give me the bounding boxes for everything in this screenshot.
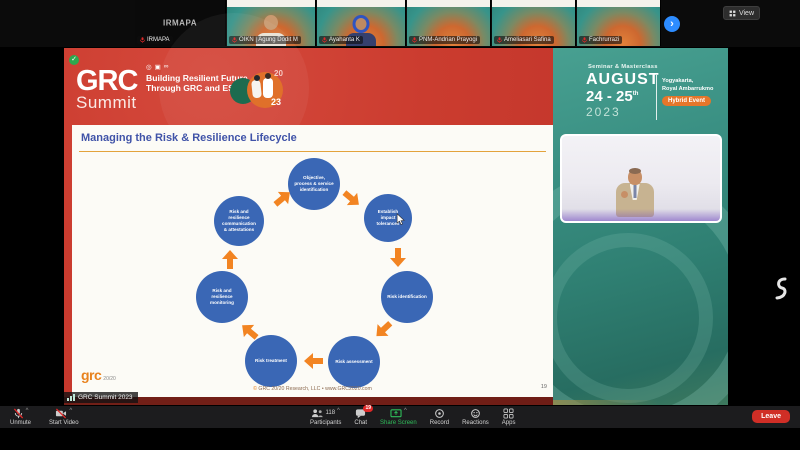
event-location: Yogyakarta, Royal Ambarrukmo <box>662 78 713 93</box>
grc2020-logo: grc20/20 <box>81 368 116 384</box>
event-info-panel: Seminar & Masterclass AUGUST 24 - 25th 2… <box>553 48 728 409</box>
event-dates: 24 - 25th <box>586 88 638 105</box>
zoom-toolbar: ^ Unmute ^ Start Video 118 ^ Participant <box>0 405 800 428</box>
view-button[interactable]: View <box>723 6 760 20</box>
lifecycle-step: Risk and resilience monitoring <box>196 271 248 323</box>
title-underline <box>79 151 546 152</box>
muted-mic-icon <box>412 37 417 43</box>
lifecycle-step: Risk assessment <box>328 336 380 388</box>
participant-nameplate: Ameliasari Safina <box>494 36 554 44</box>
lifecycle-step: Risk treatment <box>245 335 297 387</box>
chevron-up-icon[interactable]: ^ <box>26 408 29 415</box>
lifecycle-step: Risk and resilience communication & atte… <box>214 196 264 246</box>
event-month: AUGUST <box>586 71 660 89</box>
participant-tile[interactable]: Fachrurrazi <box>577 0 661 46</box>
shared-screen: ✓ GRC Summit ◎ ▣ ∞ Building Resilient Fu… <box>64 48 728 409</box>
grc-summit-logo: GRC Summit <box>76 69 137 112</box>
share-screen-icon <box>390 408 402 419</box>
chevron-up-icon[interactable]: ^ <box>404 408 407 415</box>
participant-nameplate: IRMAPA <box>137 36 173 44</box>
chevron-up-icon[interactable]: ^ <box>337 408 340 415</box>
view-grid-icon <box>729 10 736 17</box>
signal-bars-icon <box>67 394 75 401</box>
start-video-button[interactable]: ^ Start Video <box>49 408 79 426</box>
divider <box>656 75 657 120</box>
chat-button[interactable]: 19 Chat <box>354 408 367 426</box>
event-type: Seminar & Masterclass <box>588 64 658 70</box>
event-year: 2023 <box>586 105 621 119</box>
next-videos-button[interactable]: › <box>664 16 680 32</box>
participants-icon <box>311 408 323 419</box>
video-filmstrip: IRMAPA IRMAPA OIKN | Agung Dodit M Ayaha… <box>0 0 800 47</box>
slide-title: Managing the Risk & Resilience Lifecycle <box>81 132 297 144</box>
participants-count: 118 <box>325 410 335 416</box>
cycle-arrow-icon <box>339 186 366 213</box>
participant-nameplate: PNM-Andrian Prayogi <box>409 36 480 44</box>
stage-light-glow <box>562 209 720 221</box>
muted-mic-icon <box>13 408 24 419</box>
slide-page-number: 19 <box>541 384 547 390</box>
watermark-logo <box>770 277 790 301</box>
apps-icon <box>503 408 514 419</box>
record-icon <box>434 408 445 419</box>
participant-tile[interactable]: PNM-Andrian Prayogi <box>407 0 491 46</box>
mouse-cursor-icon <box>396 213 406 227</box>
share-screen-button[interactable]: ^ Share Screen <box>380 408 417 426</box>
leave-button[interactable]: Leave <box>752 410 790 423</box>
speaker-video <box>560 134 722 223</box>
facebook-icon: ▣ <box>155 63 161 71</box>
unmute-button[interactable]: ^ Unmute <box>10 408 31 426</box>
reactions-icon <box>470 408 481 419</box>
toolbar-center-group: 118 ^ Participants 19 Chat ^ Share Scree… <box>310 408 515 426</box>
hybrid-event-badge: Hybrid Event <box>662 96 711 106</box>
slide-header-banner: ✓ GRC Summit ◎ ▣ ∞ Building Resilient Fu… <box>64 48 553 409</box>
event-artwork: 20 23 <box>230 68 288 120</box>
lifecycle-step: Objective, process & service identificat… <box>288 158 340 210</box>
reactions-button[interactable]: Reactions <box>462 408 489 426</box>
lifecycle-step: Risk identification <box>381 271 433 323</box>
participant-nameplate: Ayahanta K <box>319 36 363 44</box>
record-button[interactable]: Record <box>430 408 449 426</box>
video-off-icon <box>55 408 67 419</box>
cycle-arrow-icon <box>221 249 239 269</box>
slide-footer: © GRC 20/20 Research, LLC • www.GRC2020.… <box>72 386 553 392</box>
muted-mic-icon <box>140 37 145 43</box>
instagram-icon: ◎ <box>146 63 152 71</box>
zoom-meeting-window: IRMAPA IRMAPA OIKN | Agung Dodit M Ayaha… <box>0 0 800 450</box>
participant-tile[interactable]: Ameliasari Safina <box>492 0 576 46</box>
muted-mic-icon <box>497 37 502 43</box>
presentation-slide: Managing the Risk & Resilience Lifecycle… <box>72 125 553 397</box>
apps-button[interactable]: Apps <box>502 408 516 426</box>
participant-nameplate: Fachrurrazi <box>579 36 622 44</box>
participants-button[interactable]: 118 ^ Participants <box>310 408 341 426</box>
main-stage: ✓ GRC Summit ◎ ▣ ∞ Building Resilient Fu… <box>0 47 800 410</box>
chevron-right-icon: › <box>670 18 674 30</box>
muted-mic-icon <box>322 37 327 43</box>
participant-tile[interactable]: Ayahanta K <box>317 0 406 46</box>
meta-icon: ∞ <box>164 63 169 71</box>
cycle-arrow-icon <box>303 352 323 370</box>
chat-badge: 19 <box>363 405 373 412</box>
toolbar-left-group: ^ Unmute ^ Start Video <box>10 408 79 426</box>
social-icons: ◎ ▣ ∞ <box>146 63 168 71</box>
muted-mic-icon <box>582 37 587 43</box>
check-icon: ✓ <box>69 55 79 65</box>
chevron-up-icon[interactable]: ^ <box>69 408 72 415</box>
speaker-video-frame <box>562 136 720 221</box>
cycle-arrow-icon <box>370 317 397 344</box>
cycle-arrow-icon <box>389 248 407 268</box>
share-source-label: GRC Summit 2023 <box>64 392 138 403</box>
